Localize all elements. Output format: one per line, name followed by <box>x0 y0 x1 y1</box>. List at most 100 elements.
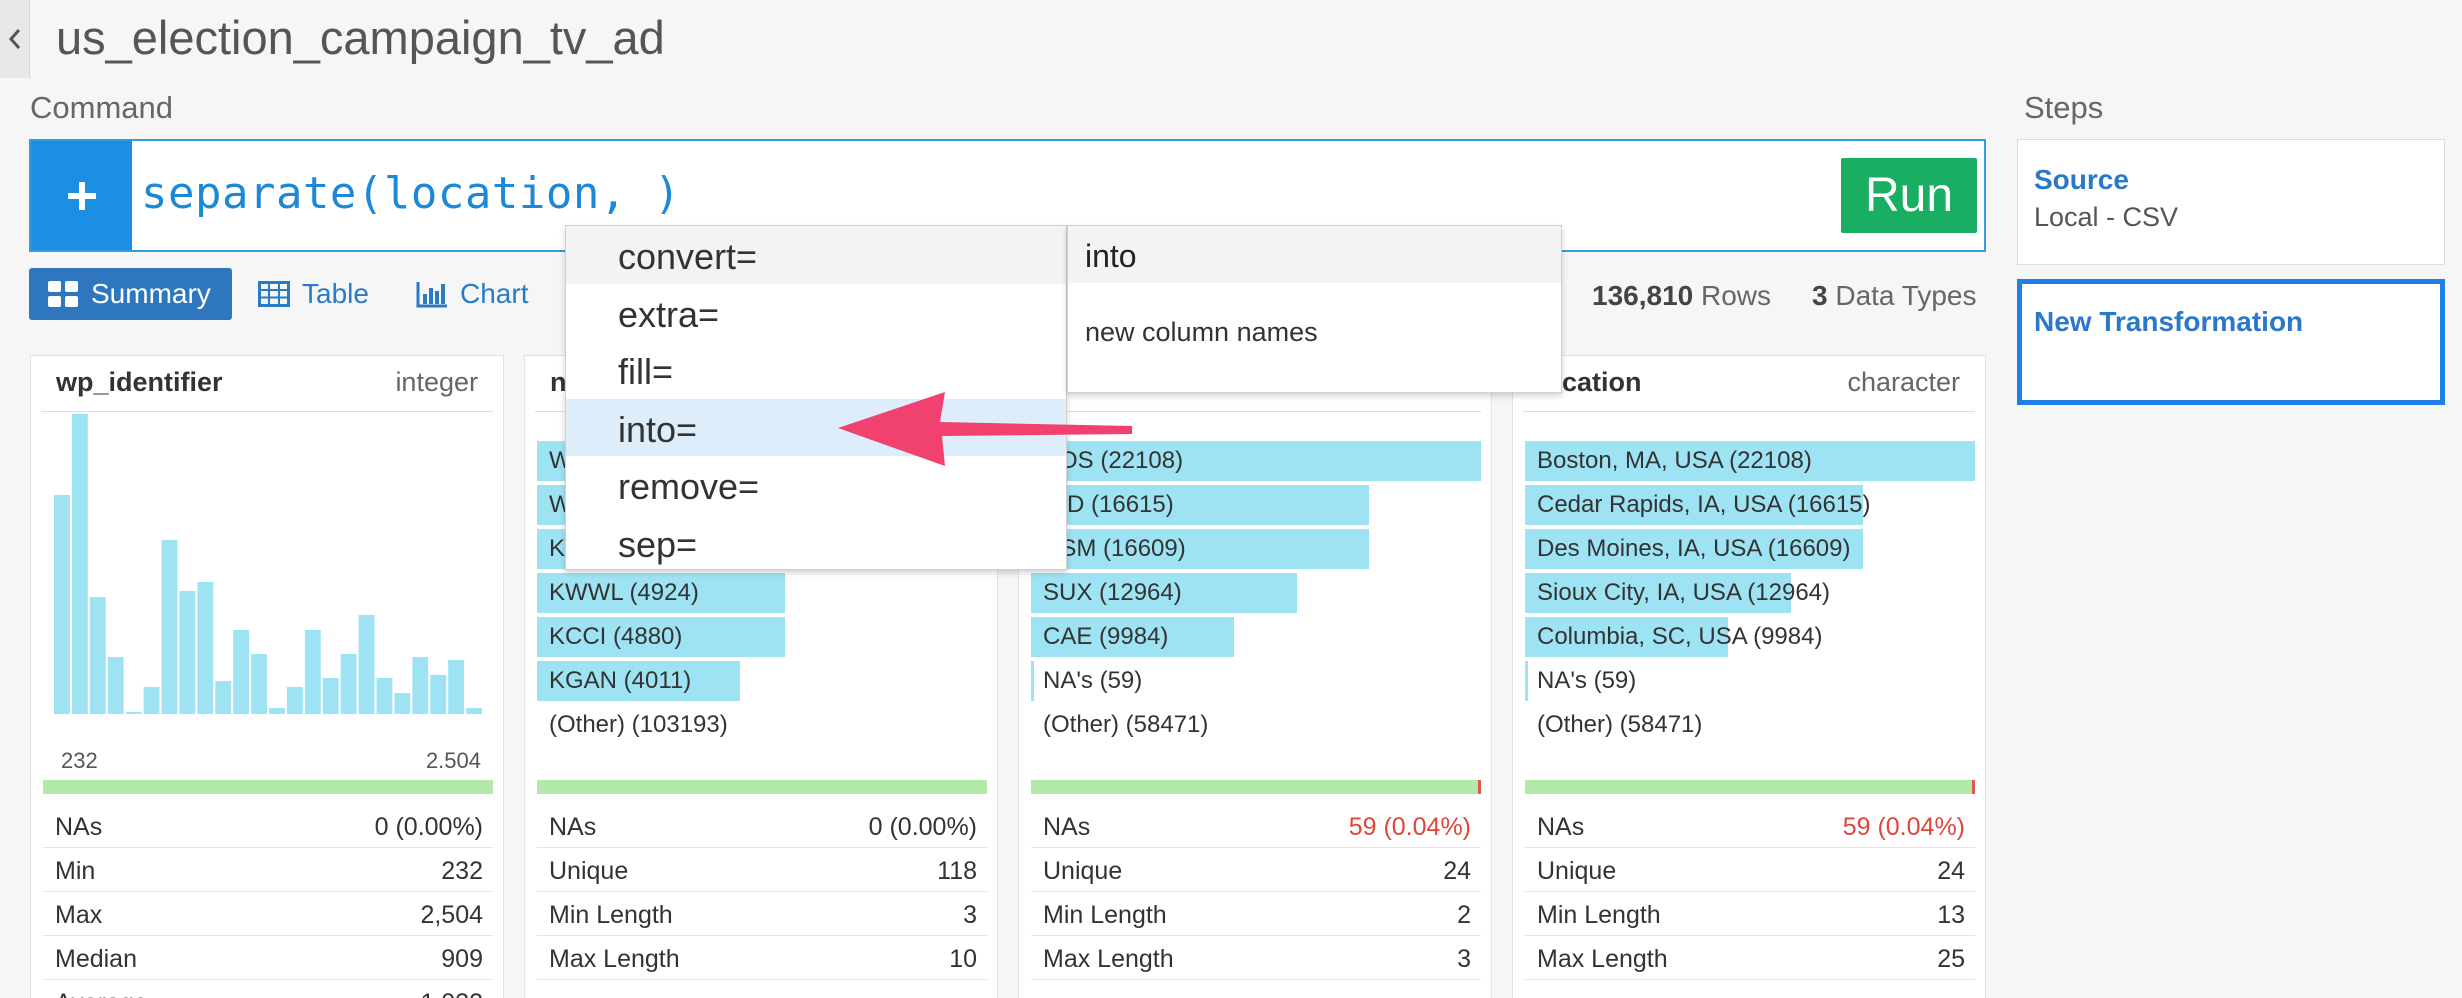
histogram-bar <box>143 687 160 714</box>
column-header[interactable]: wp_identifier integer <box>41 356 493 412</box>
tab-table-label: Table <box>302 278 369 309</box>
na-indicator-bar <box>1525 780 1975 794</box>
column-card-location: location character Boston, MA, USA (2210… <box>1512 355 1986 998</box>
tab-chart[interactable]: Chart <box>398 268 546 320</box>
frequency-row: Boston, MA, USA (22108) <box>1525 439 1975 483</box>
stat-key: Unique <box>549 857 629 885</box>
stat-key: NAs <box>1043 813 1091 841</box>
histogram-bar <box>251 654 267 714</box>
autocomplete-item[interactable]: convert= <box>566 226 1066 284</box>
run-button[interactable]: Run <box>1841 158 1977 233</box>
row-count-value: 136,810 <box>1592 280 1694 311</box>
row-count-label: Rows <box>1701 280 1772 311</box>
autocomplete-item[interactable]: sep= <box>566 514 1066 572</box>
frequency-list: Boston, MA, USA (22108) Cedar Rapids, IA,… <box>1525 439 1975 747</box>
stat-value: 24 <box>1937 857 1965 885</box>
frequency-row: Cedar Rapids, IA, USA (16615) <box>1525 483 1975 527</box>
frequency-label: KGAN (4011) <box>549 667 692 694</box>
frequency-row: DSM (16609) <box>1031 527 1481 571</box>
stat-row: Unique 118 <box>537 848 987 892</box>
column-stats: NAs 0 (0.00%) Unique 118 Min Length 3 Max L… <box>537 804 987 980</box>
chevron-left-icon <box>8 29 20 49</box>
stat-row: Max Length 25 <box>1525 936 1975 980</box>
frequency-row: (Other) (58471) <box>1031 703 1481 747</box>
stat-value: 0 (0.00%) <box>868 813 977 841</box>
frequency-row: CAE (9984) <box>1031 615 1481 659</box>
frequency-label: CAE (9984) <box>1043 623 1169 650</box>
tab-summary-label: Summary <box>91 278 211 309</box>
stat-row: NAs 59 (0.04%) <box>1031 804 1481 848</box>
frequency-label: NA's (59) <box>1043 667 1143 694</box>
frequency-row: (Other) (103193) <box>537 703 987 747</box>
step-source[interactable]: Source Local - CSV <box>2017 139 2445 265</box>
frequency-label: KWWL (4924) <box>549 579 699 606</box>
stat-row: NAs 0 (0.00%) <box>537 804 987 848</box>
tab-summary[interactable]: Summary <box>29 268 232 320</box>
stat-value: 232 <box>441 857 483 885</box>
step-subtitle: Local - CSV <box>2034 202 2179 232</box>
column-stats: NAs 59 (0.04%) Unique 24 Min Length 2 Max L… <box>1031 804 1481 980</box>
step-new-transformation[interactable]: New Transformation <box>2017 279 2445 405</box>
command-label: Command <box>30 90 173 125</box>
table-icon <box>258 281 290 307</box>
histogram <box>54 414 482 714</box>
row-count: 136,810 Rows <box>1592 280 1771 312</box>
command-input[interactable]: separate(location, ) <box>141 168 681 219</box>
stat-row: Median 909 <box>43 936 493 980</box>
frequency-row: Des Moines, IA, USA (16609) <box>1525 527 1975 571</box>
autocomplete-help-panel: into new column names <box>1067 225 1562 393</box>
histogram-bar <box>107 657 124 714</box>
na-indicator-mark <box>1478 780 1481 794</box>
frequency-label: Cedar Rapids, IA, USA (16615) <box>1537 491 1871 518</box>
frequency-row: KWWL (4924) <box>537 571 987 615</box>
stat-row: NAs 0 (0.00%) <box>43 804 493 848</box>
stat-row: Unique 24 <box>1525 848 1975 892</box>
page-title: us_election_campaign_tv_ad <box>56 11 665 64</box>
back-button[interactable] <box>0 0 30 78</box>
histogram-bar <box>394 693 411 714</box>
na-indicator-mark <box>1972 780 1975 794</box>
frequency-row: Sioux City, IA, USA (12964) <box>1525 571 1975 615</box>
frequency-row: NA's (59) <box>1031 659 1481 703</box>
column-header[interactable]: location character <box>1523 356 1975 412</box>
autocomplete-item-label: fill= <box>618 351 674 392</box>
stat-row: Min Length 3 <box>537 892 987 936</box>
column-card-wp-identifier: wp_identifier integer 232 2.504 NAs 0 (0.… <box>30 355 504 998</box>
autocomplete-item[interactable]: extra= <box>566 284 1066 342</box>
stat-value: 3 <box>1457 945 1471 973</box>
stat-row: Min Length 2 <box>1031 892 1481 936</box>
histogram-min-label: 232 <box>61 748 98 773</box>
stat-key: Median <box>55 945 137 973</box>
histogram-bar <box>215 681 232 714</box>
histogram-bar <box>358 615 375 714</box>
stat-key: NAs <box>55 813 103 841</box>
autocomplete-item-label: sep= <box>618 523 698 565</box>
tab-table[interactable]: Table <box>240 268 387 320</box>
stat-key: Unique <box>1043 857 1123 885</box>
column-stats: NAs 0 (0.00%) Min 232 Max 2,504 Median 909 A… <box>43 804 493 998</box>
stat-value: 10 <box>949 945 977 973</box>
histogram-bar <box>286 687 303 714</box>
autocomplete-item-label: extra= <box>618 293 720 335</box>
histogram-bar <box>466 708 482 714</box>
stat-value: 59 (0.04%) <box>1842 813 1965 841</box>
stat-row: Max Length 10 <box>537 936 987 980</box>
step-title: Source <box>2034 164 2129 195</box>
stat-row: Min 232 <box>43 848 493 892</box>
autocomplete-item-label: into= <box>618 408 698 450</box>
stat-row: Average 1,032 <box>43 980 493 998</box>
stat-value: 25 <box>1937 945 1965 973</box>
histogram-bar <box>322 678 339 714</box>
frequency-label: Boston, MA, USA (22108) <box>1537 447 1812 474</box>
stat-key: Max Length <box>1043 945 1174 973</box>
add-command-button[interactable] <box>31 141 132 250</box>
frequency-row: (Other) (58471) <box>1525 703 1975 747</box>
stat-row: Unique 24 <box>1031 848 1481 892</box>
stat-value: 1,032 <box>420 989 483 998</box>
steps-label: Steps <box>2024 90 2104 125</box>
grid-icon <box>48 281 78 307</box>
stat-value: 3 <box>963 901 977 929</box>
stat-value: 909 <box>441 945 483 973</box>
annotation-arrow-icon <box>838 392 1132 466</box>
autocomplete-item-label: remove= <box>618 466 760 507</box>
